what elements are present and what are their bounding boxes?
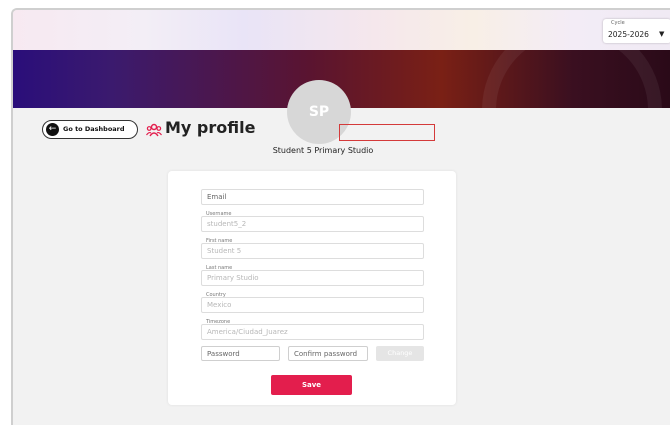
confirm-password-placeholder: Confirm password bbox=[294, 350, 358, 358]
page-title: My profile bbox=[165, 118, 256, 137]
username-field[interactable]: student5_2 bbox=[201, 216, 424, 232]
users-icon bbox=[146, 123, 162, 137]
first-name-field[interactable]: Student 5 bbox=[201, 243, 424, 259]
chevron-down-icon: ▼ bbox=[659, 30, 665, 38]
save-button[interactable]: Save bbox=[271, 375, 352, 395]
email-placeholder: Email bbox=[207, 193, 227, 201]
cycle-select[interactable]: Cycle 2025-2026 ▼ bbox=[603, 19, 670, 43]
first-name-value: Student 5 bbox=[207, 247, 242, 255]
student-name: Student 5 Primary Studio bbox=[272, 146, 374, 155]
password-placeholder: Password bbox=[207, 350, 240, 358]
country-value: Mexico bbox=[207, 301, 232, 309]
banner-decoration bbox=[482, 50, 662, 108]
profile-form-card: Email Username student5_2 First name Stu… bbox=[168, 171, 456, 405]
password-field[interactable]: Password bbox=[201, 346, 280, 361]
country-field[interactable]: Mexico bbox=[201, 297, 424, 313]
timezone-value: America/Ciudad_Juarez bbox=[207, 328, 288, 336]
top-gradient-bar bbox=[13, 10, 670, 50]
cycle-label: Cycle bbox=[611, 20, 625, 26]
app-window: Cycle 2025-2026 ▼ ← Go to Dashboard My p… bbox=[11, 8, 670, 425]
dashboard-button-label: Go to Dashboard bbox=[63, 125, 125, 133]
go-to-dashboard-button[interactable]: ← Go to Dashboard bbox=[42, 120, 138, 139]
confirm-password-field[interactable]: Confirm password bbox=[288, 346, 368, 361]
cycle-value: 2025-2026 bbox=[608, 30, 649, 39]
arrow-left-icon: ← bbox=[46, 123, 59, 136]
highlight-box bbox=[339, 124, 435, 141]
timezone-field[interactable]: America/Ciudad_Juarez bbox=[201, 324, 424, 340]
last-name-field[interactable]: Primary Studio bbox=[201, 270, 424, 286]
last-name-value: Primary Studio bbox=[207, 274, 259, 282]
change-password-button[interactable]: Change bbox=[376, 346, 424, 361]
email-field[interactable]: Email bbox=[201, 189, 424, 205]
username-value: student5_2 bbox=[207, 220, 247, 228]
